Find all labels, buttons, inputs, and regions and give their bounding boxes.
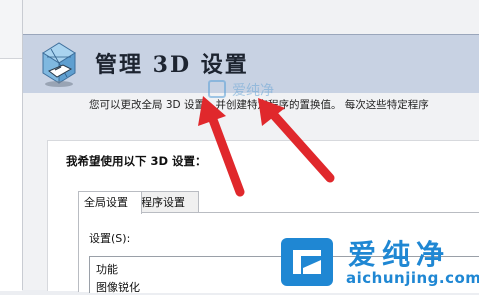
brand-logo-icon [281, 238, 333, 286]
red-arrow-right [258, 98, 335, 183]
brand-url: aichunjing.com [346, 269, 479, 287]
brand-watermark: 爱纯净 aichunjing.com [276, 231, 479, 290]
tab-global-settings[interactable]: 全局设置 [78, 191, 142, 214]
brand-text: 爱纯净 [348, 238, 451, 271]
red-arrow-left [198, 96, 245, 197]
